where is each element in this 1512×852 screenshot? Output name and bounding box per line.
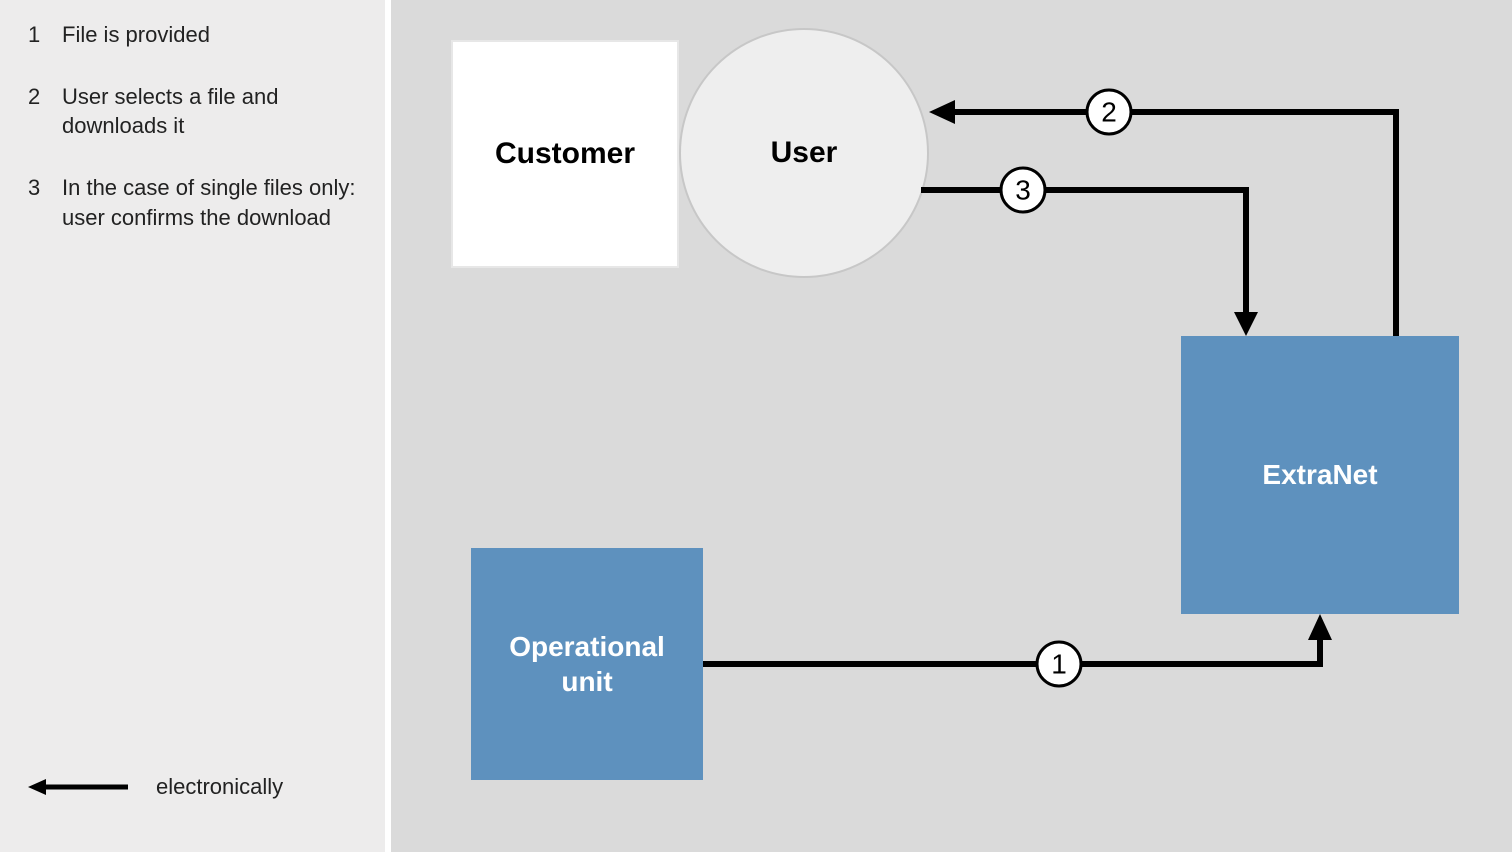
edge-3-label: 3	[1015, 175, 1031, 206]
diagram-panel: Customer User Operational unit ExtraNet …	[385, 0, 1512, 852]
edge-1-label: 1	[1051, 649, 1067, 680]
step-text: User selects a file and downloads it	[62, 82, 363, 141]
step-list: 1 File is provided 2 User selects a file…	[28, 20, 363, 232]
node-extranet-label: ExtraNet	[1262, 459, 1377, 491]
step-number: 3	[28, 173, 46, 232]
legend-panel: 1 File is provided 2 User selects a file…	[0, 0, 385, 852]
node-operational-unit-label: Operational unit	[509, 629, 665, 699]
step-item: 1 File is provided	[28, 20, 363, 50]
edge-3: 3	[921, 168, 1258, 336]
step-number: 1	[28, 20, 46, 50]
node-customer-label: Customer	[495, 137, 635, 171]
node-extranet: ExtraNet	[1181, 336, 1459, 614]
node-user: User	[679, 28, 929, 278]
edge-2-label: 2	[1101, 97, 1117, 128]
edge-2: 2	[929, 90, 1396, 336]
edge-1: 1	[703, 614, 1332, 686]
step-text: In the case of single files only: user c…	[62, 173, 363, 232]
step-item: 3 In the case of single files only: user…	[28, 173, 363, 232]
legend-arrow-label: electronically	[156, 774, 283, 800]
node-customer: Customer	[451, 40, 679, 268]
step-item: 2 User selects a file and downloads it	[28, 82, 363, 141]
arrow-left-icon	[28, 778, 128, 796]
node-operational-unit: Operational unit	[471, 548, 703, 780]
step-text: File is provided	[62, 20, 363, 50]
page: 1 File is provided 2 User selects a file…	[0, 0, 1512, 852]
node-user-label: User	[771, 136, 838, 170]
step-number: 2	[28, 82, 46, 141]
legend-arrow-row: electronically	[28, 774, 283, 800]
